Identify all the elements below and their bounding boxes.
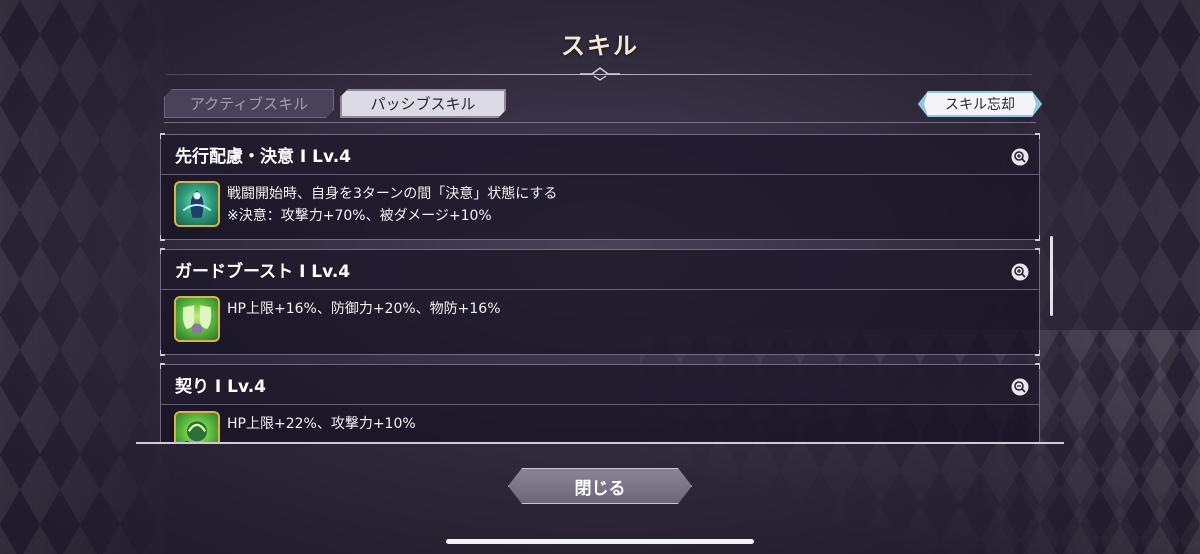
home-indicator[interactable] bbox=[446, 539, 754, 544]
title-ornament-icon bbox=[580, 67, 620, 81]
zoom-in-icon[interactable] bbox=[1011, 263, 1029, 281]
list-top-divider bbox=[164, 122, 1036, 123]
skill-description-line: 戦闘開始時、自身を3ターンの間「決意」状態にする bbox=[227, 186, 558, 202]
skill-card: 先行配慮・決意 I Lv.4 戦闘開始時、自身を3ターンの間「決意」状態にする … bbox=[160, 133, 1040, 241]
warrior-aura-icon bbox=[174, 181, 220, 227]
list-scrollbar[interactable] bbox=[1050, 236, 1053, 316]
skill-description-line: HP上限+16%、防御力+20%、物防+16% bbox=[227, 301, 501, 317]
skill-description-line: HP上限+22%、攻撃力+10% bbox=[227, 416, 416, 432]
skill-forget-button[interactable]: スキル忘却 bbox=[918, 91, 1042, 117]
skill-name: 先行配慮・決意 I Lv.4 bbox=[161, 135, 1039, 175]
close-button[interactable]: 閉じる bbox=[508, 468, 692, 504]
skill-name: ガードブースト I Lv.4 bbox=[161, 250, 1039, 290]
zoom-in-icon[interactable] bbox=[1011, 148, 1029, 166]
shield-guard-icon bbox=[174, 296, 220, 342]
skill-description-line: ※決意：攻撃力+70%、被ダメージ+10% bbox=[227, 208, 492, 224]
page-title: スキル bbox=[561, 32, 639, 60]
zoom-in-icon[interactable] bbox=[1011, 378, 1029, 396]
skill-card: 契り I Lv.4 HP上限+22%、攻撃力+10% bbox=[160, 363, 1040, 442]
background-pattern-left bbox=[0, 0, 180, 554]
tab-passive-skills[interactable]: パッシブスキル bbox=[340, 89, 506, 118]
skill-card: ガードブースト I Lv.4 HP上限+16%、防御力+20%、物防+16% bbox=[160, 248, 1040, 356]
list-bottom-divider bbox=[136, 442, 1064, 444]
pact-icon bbox=[174, 411, 220, 442]
skill-name: 契り I Lv.4 bbox=[161, 365, 1039, 405]
skill-list[interactable]: 先行配慮・決意 I Lv.4 戦闘開始時、自身を3ターンの間「決意」状態にする … bbox=[160, 130, 1040, 442]
tab-active-skills[interactable]: アクティブスキル bbox=[164, 89, 334, 118]
